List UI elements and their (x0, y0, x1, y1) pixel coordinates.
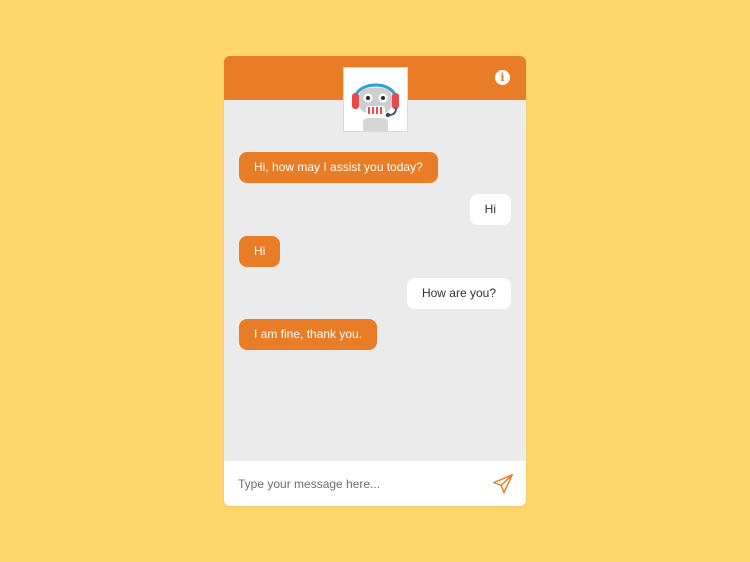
send-button[interactable] (492, 473, 514, 495)
user-message: Hi (469, 194, 511, 225)
bot-message: Hi, how may I assist you today? (239, 152, 438, 183)
message-composer (224, 461, 526, 506)
paper-plane-icon (493, 474, 513, 494)
avatar (343, 67, 408, 132)
bot-message: Hi (239, 236, 281, 267)
robot-support-agent-icon (352, 83, 399, 131)
bot-message: I am fine, thank you. (239, 319, 378, 350)
chat-window: i Hi, how may I assist you today? Hi Hi … (224, 56, 526, 506)
user-message: How are you? (406, 278, 511, 309)
message-input[interactable] (238, 471, 478, 496)
